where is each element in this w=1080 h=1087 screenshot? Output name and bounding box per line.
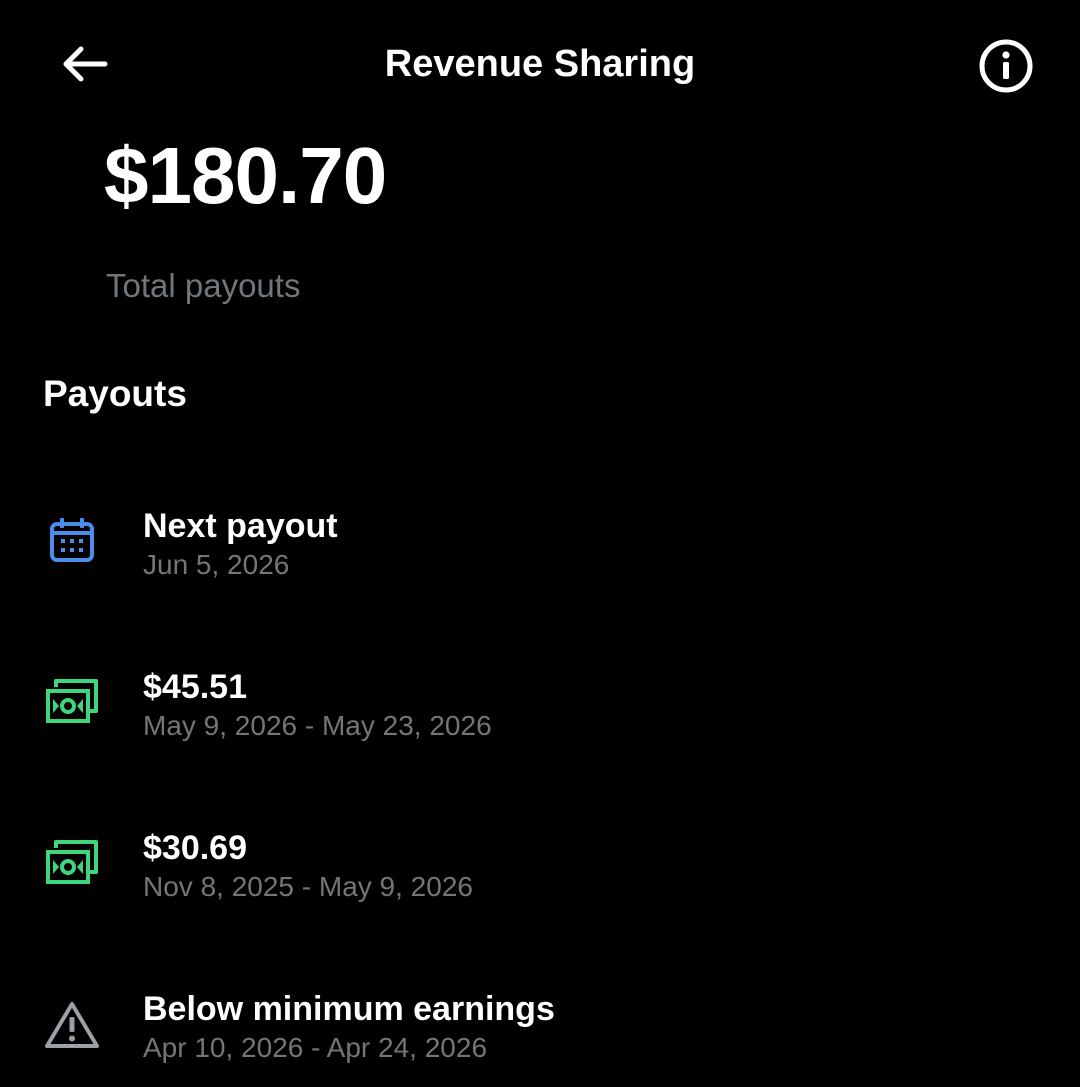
payout-title: Next payout (143, 507, 338, 545)
info-circle-icon (979, 39, 1033, 93)
payout-row[interactable]: $30.69 Nov 8, 2025 - May 9, 2026 (0, 826, 1080, 936)
payout-date: Jun 5, 2026 (143, 549, 290, 580)
row-icon-wrap (40, 993, 104, 1057)
payout-period: Nov 8, 2025 - May 9, 2026 (143, 871, 473, 902)
payout-title: Below minimum earnings (143, 990, 555, 1028)
arrow-left-icon (63, 46, 108, 82)
money-bills-icon (46, 679, 98, 723)
payout-row-next[interactable]: Next payout Jun 5, 2026 (0, 504, 1080, 614)
payout-row-below-minimum[interactable]: Below minimum earnings Apr 10, 2026 - Ap… (0, 987, 1080, 1083)
payout-period: May 9, 2026 - May 23, 2026 (143, 710, 492, 741)
total-payouts-label: Total payouts (106, 267, 301, 304)
page-title: Revenue Sharing (384, 43, 696, 85)
row-icon-wrap (40, 830, 104, 894)
payouts-section-title: Payouts (43, 373, 187, 414)
payout-row[interactable]: $45.51 May 9, 2026 - May 23, 2026 (0, 665, 1080, 775)
top-app-bar: Revenue Sharing (0, 0, 1080, 128)
row-icon-wrap (40, 669, 104, 733)
payout-amount: $30.69 (143, 829, 247, 867)
warning-triangle-icon (45, 1002, 99, 1048)
calendar-icon (50, 518, 94, 562)
payout-period: Apr 10, 2026 - Apr 24, 2026 (143, 1032, 488, 1063)
payout-amount: $45.51 (143, 668, 247, 706)
row-icon-wrap (40, 508, 104, 572)
back-button[interactable] (52, 36, 116, 92)
info-button[interactable] (974, 34, 1038, 98)
money-bills-icon (46, 840, 98, 884)
total-payouts-amount: $180.70 (104, 131, 387, 220)
